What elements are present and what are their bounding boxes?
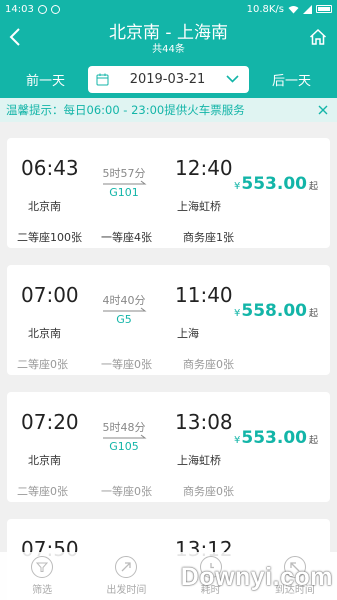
watermark-logo: Downyi.com xyxy=(180,563,333,591)
arrival-time: 13:08 xyxy=(175,410,233,434)
calendar-icon xyxy=(96,73,109,85)
seat-second-class: 二等座100张 xyxy=(17,231,82,244)
arrival-station: 上海 xyxy=(177,327,199,340)
currency-symbol: ¥ xyxy=(234,181,241,192)
train-card[interactable]: 06:43 5时57分 G101 12:40 ¥ 553.00 起 北京南 上海… xyxy=(7,138,330,248)
next-day-button[interactable]: 后一天 xyxy=(253,70,327,89)
train-number: G101 xyxy=(109,186,139,199)
duration: 4时40分 xyxy=(102,294,146,307)
price-suffix: 起 xyxy=(308,182,318,192)
status-time: 14:03 xyxy=(5,3,34,15)
filter-icon xyxy=(31,556,54,578)
app-notification-icon xyxy=(50,4,60,14)
currency-symbol: ¥ xyxy=(234,435,241,446)
tab-filter[interactable]: 筛选 xyxy=(0,552,84,600)
seat-first-class: 一等座0张 xyxy=(101,485,152,498)
arrival-station: 上海虹桥 xyxy=(177,454,221,467)
seat-first-class: 一等座0张 xyxy=(101,358,152,371)
arrival-time: 11:40 xyxy=(175,283,233,307)
date-bar: 前一天 2019-03-21 后一天 xyxy=(0,60,337,98)
train-card[interactable]: 07:20 5时48分 G105 13:08 ¥ 553.00 起 北京南 上海… xyxy=(7,392,330,502)
tab-departure-time[interactable]: 出发时间 xyxy=(84,552,168,600)
seat-business-class: 商务座0张 xyxy=(183,485,234,498)
signal-icon xyxy=(303,4,312,14)
prev-day-button[interactable]: 前一天 xyxy=(10,70,84,89)
seat-second-class: 二等座0张 xyxy=(17,485,68,498)
arrival-time: 12:40 xyxy=(175,156,233,180)
currency-symbol: ¥ xyxy=(234,308,241,319)
arrival-station: 上海虹桥 xyxy=(177,200,221,213)
chevron-down-icon xyxy=(226,75,239,83)
departure-station: 北京南 xyxy=(28,327,61,340)
price: ¥ 553.00 起 xyxy=(234,428,318,448)
duration: 5时48分 xyxy=(102,421,146,434)
status-bar: 14:03 10.8K/s xyxy=(0,0,337,18)
departure-station: 北京南 xyxy=(28,454,61,467)
seat-business-class: 商务座0张 xyxy=(183,358,234,371)
seat-first-class: 一等座4张 xyxy=(101,231,152,244)
notification-icon xyxy=(37,4,47,14)
departure-time: 07:00 xyxy=(21,283,79,307)
departure-time-icon xyxy=(115,556,138,578)
close-icon[interactable] xyxy=(317,104,329,116)
price-suffix: 起 xyxy=(308,436,318,446)
train-number: G105 xyxy=(109,440,139,453)
route-title: 北京南 - 上海南 xyxy=(109,23,228,43)
seat-second-class: 二等座0张 xyxy=(17,358,68,371)
price-value: 553.00 xyxy=(241,174,307,194)
route-count: 共44条 xyxy=(152,44,185,55)
departure-station: 北京南 xyxy=(28,200,61,213)
notice-text: 温馨提示：每日06:00 - 23:00提供火车票服务 xyxy=(6,103,245,117)
seat-business-class: 商务座1张 xyxy=(183,231,234,244)
date-picker[interactable]: 2019-03-21 xyxy=(88,65,249,93)
departure-time: 06:43 xyxy=(21,156,79,180)
price: ¥ 553.00 起 xyxy=(234,174,318,194)
header: 北京南 - 上海南 共44条 xyxy=(0,18,337,60)
price-value: 553.00 xyxy=(241,428,307,448)
train-list: 06:43 5时57分 G101 12:40 ¥ 553.00 起 北京南 上海… xyxy=(0,122,337,600)
price: ¥ 558.00 起 xyxy=(234,301,318,321)
back-button[interactable] xyxy=(4,26,26,48)
tab-departure-time-label: 出发时间 xyxy=(106,585,147,596)
price-value: 558.00 xyxy=(241,301,307,321)
network-speed: 10.8K/s xyxy=(246,3,284,15)
home-button[interactable] xyxy=(307,26,329,48)
chevron-left-icon xyxy=(9,28,20,46)
home-icon xyxy=(309,28,327,45)
tab-filter-label: 筛选 xyxy=(32,585,53,596)
selected-date: 2019-03-21 xyxy=(129,71,206,87)
battery-icon xyxy=(316,5,332,13)
price-suffix: 起 xyxy=(308,309,318,319)
duration: 5时57分 xyxy=(102,167,146,180)
train-number: G5 xyxy=(116,313,132,326)
notice-banner: 温馨提示：每日06:00 - 23:00提供火车票服务 xyxy=(0,98,337,122)
departure-time: 07:20 xyxy=(21,410,79,434)
train-card[interactable]: 07:00 4时40分 G5 11:40 ¥ 558.00 起 北京南 上海 二… xyxy=(7,265,330,375)
wifi-icon xyxy=(288,5,299,13)
